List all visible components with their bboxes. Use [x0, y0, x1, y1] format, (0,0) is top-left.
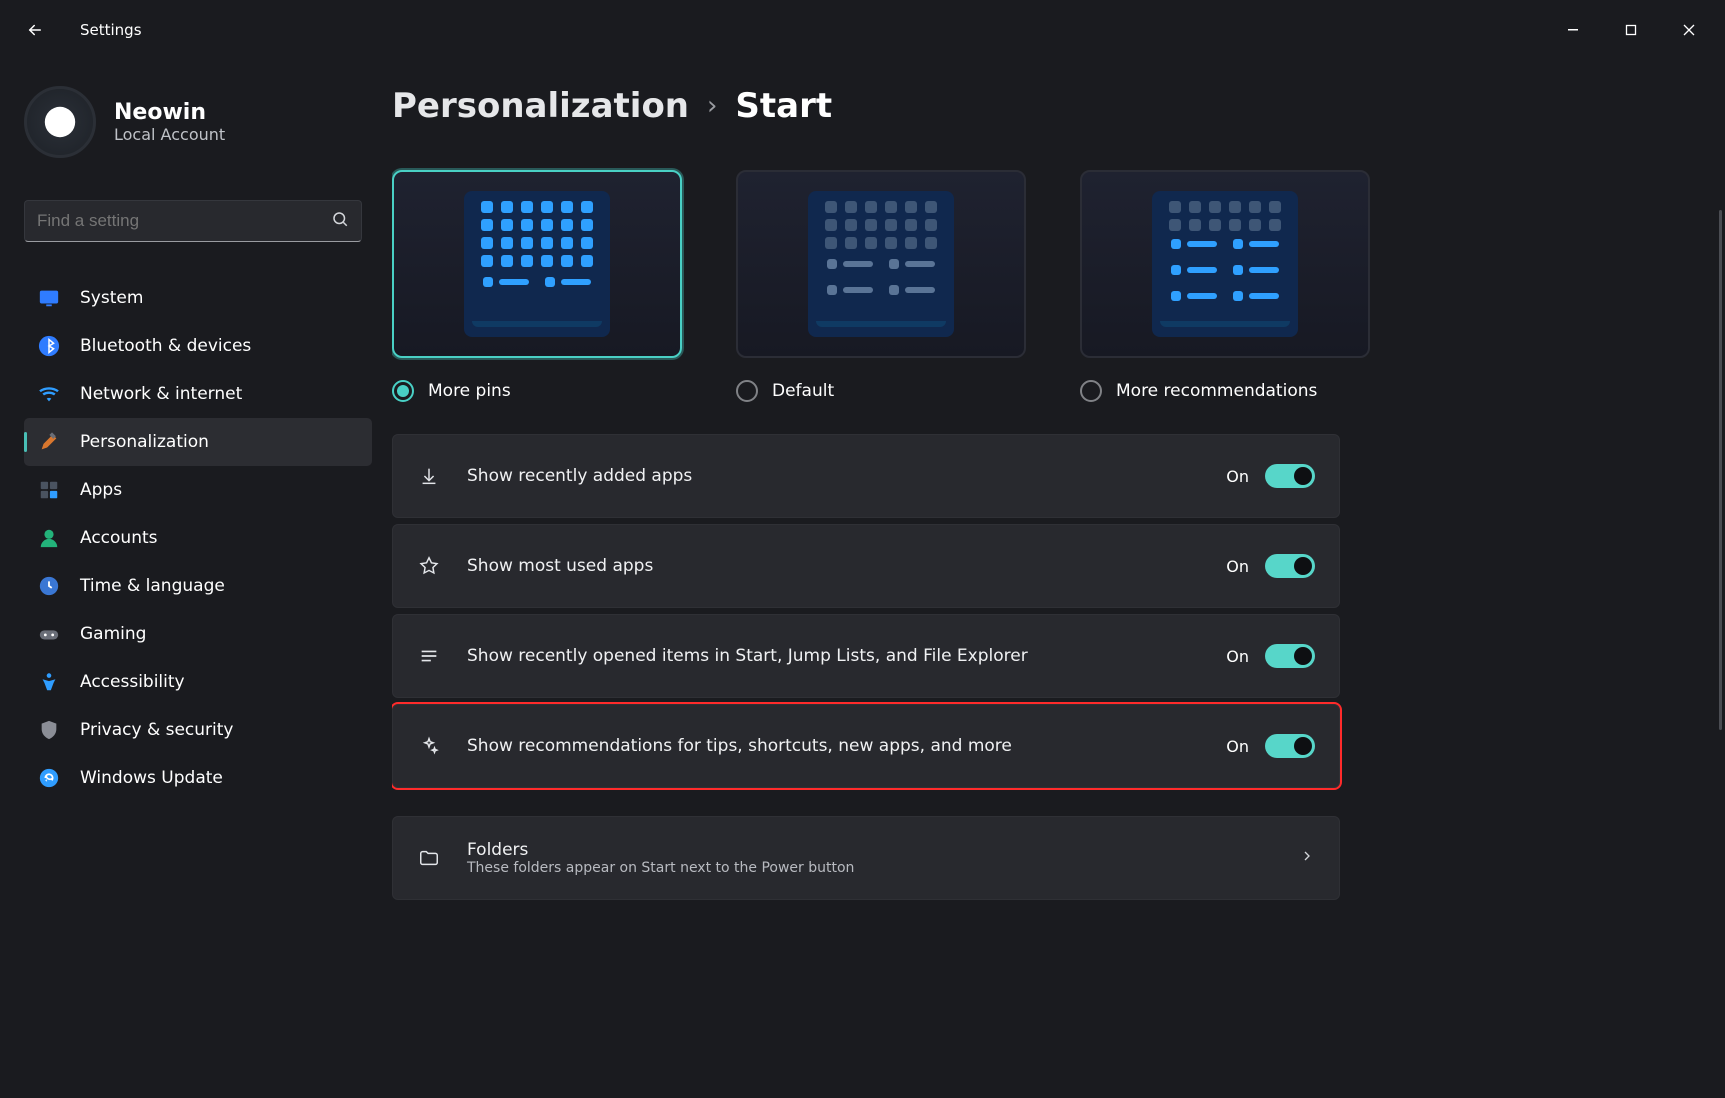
nav-label: Privacy & security — [80, 720, 234, 740]
nav-windows-update[interactable]: Windows Update — [24, 754, 372, 802]
paintbrush-icon — [38, 431, 60, 453]
layout-option-more-recommendations[interactable] — [1080, 170, 1370, 358]
nav-network[interactable]: Network & internet — [24, 370, 372, 418]
search-input[interactable] — [37, 211, 317, 231]
search-icon — [331, 210, 349, 232]
star-icon — [417, 554, 441, 578]
radio-label: Default — [772, 381, 834, 401]
nav-privacy[interactable]: Privacy & security — [24, 706, 372, 754]
toggle-state: On — [1226, 737, 1249, 756]
nav-apps[interactable]: Apps — [24, 466, 372, 514]
radio-label: More pins — [428, 381, 511, 401]
setting-label: Show recently opened items in Start, Jum… — [467, 646, 1028, 666]
nav-personalization[interactable]: Personalization — [24, 418, 372, 466]
nav-bluetooth[interactable]: Bluetooth & devices — [24, 322, 372, 370]
start-layout-options: More pins — [392, 170, 1691, 402]
nav-label: Time & language — [80, 576, 225, 596]
setting-sublabel: These folders appear on Start next to th… — [467, 860, 854, 876]
close-button[interactable] — [1667, 14, 1711, 46]
update-icon — [38, 767, 60, 789]
setting-most-used-apps[interactable]: Show most used apps On — [392, 524, 1340, 608]
nav-system[interactable]: System — [24, 274, 372, 322]
toggle-state: On — [1226, 467, 1249, 486]
nav-label: Windows Update — [80, 768, 223, 788]
minimize-button[interactable] — [1551, 14, 1595, 46]
window-title: Settings — [80, 21, 142, 39]
avatar — [24, 86, 96, 158]
layout-option-default[interactable] — [736, 170, 1026, 358]
download-icon — [417, 464, 441, 488]
list-icon — [417, 644, 441, 668]
setting-recommendations[interactable]: Show recommendations for tips, shortcuts… — [392, 704, 1340, 788]
breadcrumb: Personalization › Start — [392, 86, 1691, 126]
toggle-switch[interactable] — [1265, 464, 1315, 488]
folder-icon — [417, 846, 441, 870]
toggle-state: On — [1226, 557, 1249, 576]
content: Personalization › Start — [392, 60, 1725, 1098]
settings-list: Show recently added apps On Show most us… — [392, 434, 1340, 900]
wifi-icon — [38, 383, 60, 405]
setting-label: Show recently added apps — [467, 466, 692, 486]
nav-gaming[interactable]: Gaming — [24, 610, 372, 658]
breadcrumb-parent[interactable]: Personalization — [392, 86, 689, 126]
account-icon — [38, 527, 60, 549]
radio-icon — [736, 380, 758, 402]
back-button[interactable] — [14, 21, 56, 39]
toggle-switch[interactable] — [1265, 554, 1315, 578]
setting-label: Show recommendations for tips, shortcuts… — [467, 736, 1012, 756]
radio-icon — [392, 380, 414, 402]
toggle-switch[interactable] — [1265, 644, 1315, 668]
setting-label: Show most used apps — [467, 556, 653, 576]
nav-label: Accounts — [80, 528, 158, 548]
monitor-icon — [38, 287, 60, 309]
nav-label: Personalization — [80, 432, 209, 452]
user-name: Neowin — [114, 100, 225, 125]
clock-icon — [38, 575, 60, 597]
breadcrumb-current: Start — [735, 86, 832, 126]
nav-label: System — [80, 288, 143, 308]
nav-label: Apps — [80, 480, 122, 500]
bluetooth-icon — [38, 335, 60, 357]
radio-more-pins[interactable]: More pins — [392, 380, 682, 402]
nav-accessibility[interactable]: Accessibility — [24, 658, 372, 706]
nav-label: Bluetooth & devices — [80, 336, 251, 356]
nav-label: Gaming — [80, 624, 146, 644]
nav-accounts[interactable]: Accounts — [24, 514, 372, 562]
setting-recent-items[interactable]: Show recently opened items in Start, Jum… — [392, 614, 1340, 698]
search-box[interactable] — [24, 200, 362, 242]
nav-time-language[interactable]: Time & language — [24, 562, 372, 610]
radio-label: More recommendations — [1116, 381, 1317, 401]
apps-icon — [38, 479, 60, 501]
titlebar: Settings — [0, 0, 1725, 60]
sidebar: Neowin Local Account System Bluetooth & … — [0, 60, 392, 1098]
layout-option-more-pins[interactable] — [392, 170, 682, 358]
sparkle-icon — [417, 734, 441, 758]
chevron-right-icon: › — [707, 91, 717, 121]
shield-icon — [38, 719, 60, 741]
radio-more-recommendations[interactable]: More recommendations — [1080, 380, 1370, 402]
accessibility-icon — [38, 671, 60, 693]
nav-label: Accessibility — [80, 672, 185, 692]
gamepad-icon — [38, 623, 60, 645]
toggle-switch[interactable] — [1265, 734, 1315, 758]
toggle-state: On — [1226, 647, 1249, 666]
user-info[interactable]: Neowin Local Account — [24, 86, 372, 158]
nav-label: Network & internet — [80, 384, 242, 404]
scrollbar[interactable] — [1719, 210, 1722, 730]
window-controls — [1551, 14, 1711, 46]
user-subtitle: Local Account — [114, 125, 225, 144]
radio-icon — [1080, 380, 1102, 402]
setting-label: Folders — [467, 840, 854, 860]
setting-folders[interactable]: Folders These folders appear on Start ne… — [392, 816, 1340, 900]
chevron-right-icon — [1299, 848, 1315, 868]
radio-default[interactable]: Default — [736, 380, 1026, 402]
maximize-button[interactable] — [1609, 14, 1653, 46]
setting-recently-added-apps[interactable]: Show recently added apps On — [392, 434, 1340, 518]
